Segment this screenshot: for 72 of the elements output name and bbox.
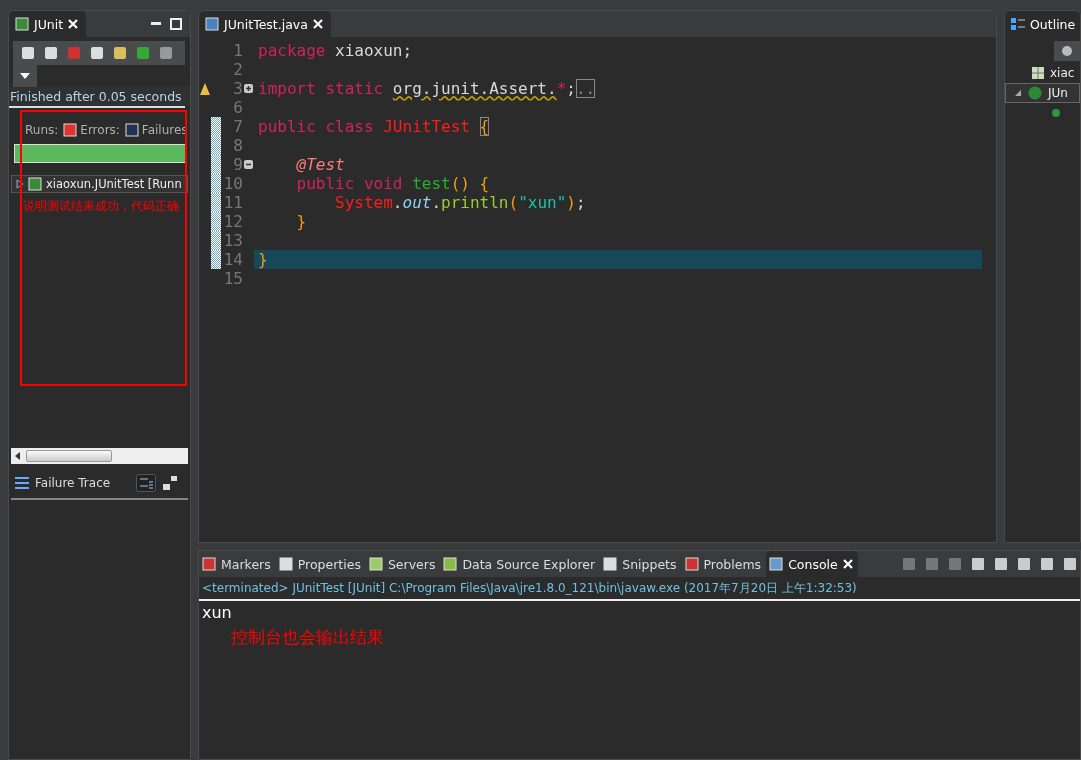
- line-number: 3: [232, 79, 243, 98]
- view-icon: [368, 557, 383, 571]
- console-output: xun: [201, 602, 233, 624]
- compare-icon[interactable]: [162, 475, 178, 491]
- line-number: 7: [232, 117, 243, 136]
- caret-icon: [20, 73, 30, 79]
- view-icon: [769, 557, 784, 571]
- view-icon: [684, 557, 699, 571]
- toolbar-icon[interactable]: [970, 556, 986, 572]
- toolbar-icon[interactable]: [1054, 41, 1080, 61]
- collapse-icon[interactable]: [244, 160, 253, 169]
- line-number: 8: [232, 136, 243, 155]
- view-tab[interactable]: Snippets: [600, 551, 682, 577]
- line-number: 11: [222, 193, 243, 212]
- annotation-text: 控制台也会输出结果: [230, 626, 385, 649]
- collapsed-arrow-icon[interactable]: [16, 179, 24, 189]
- counter-label: Runs:: [25, 122, 59, 137]
- outline-item[interactable]: JUn: [1048, 86, 1068, 100]
- view-icon: [603, 557, 618, 571]
- view-tab[interactable]: Markers: [199, 551, 276, 577]
- code-line: public class JUnitTest {: [257, 117, 491, 136]
- method-icon: [1052, 109, 1060, 117]
- toolbar-icon[interactable]: [1062, 556, 1078, 572]
- failure-trace-title: Failure Trace: [35, 476, 112, 490]
- view-tab[interactable]: Servers: [365, 551, 441, 577]
- line-number: 9: [232, 155, 243, 174]
- maximize-icon[interactable]: [170, 18, 182, 30]
- line-number: 13: [222, 231, 243, 250]
- status-text: Finished after 0.05 seconds: [9, 87, 190, 106]
- toolbar-icon[interactable]: [1039, 556, 1055, 572]
- toolbar-icon[interactable]: [993, 556, 1009, 572]
- class-icon: [1028, 86, 1042, 100]
- counter-label: Errors:: [80, 122, 120, 137]
- outline-item[interactable]: xiac: [1050, 66, 1075, 80]
- view-icon: [202, 557, 216, 571]
- filter-icon[interactable]: [136, 474, 156, 492]
- horizontal-scrollbar[interactable]: [11, 448, 188, 464]
- code-line: System.out.println("xun");: [334, 193, 587, 212]
- annotation-text: 说明测试结果成功，代码正确: [23, 199, 179, 214]
- editor-tab[interactable]: JUnitTest.java: [199, 11, 331, 37]
- view-icon: [278, 557, 293, 571]
- line-number: 12: [222, 212, 243, 231]
- code-line: }: [295, 212, 308, 231]
- outline-icon: [1011, 17, 1025, 31]
- code-line: package xiaoxun;: [257, 41, 414, 60]
- process-label: <terminated> JUnitTest [JUnit] C:\Program Files\Java\jre1.8.0_121\bin\javaw.exe (2017年7月20日 上午1:32:53): [199, 577, 1080, 601]
- code-line: @Test: [295, 155, 346, 174]
- junit-tab[interactable]: JUnit: [9, 11, 87, 37]
- close-icon[interactable]: [68, 19, 79, 29]
- toolbar-icon[interactable]: [1016, 556, 1032, 572]
- dropdown-button[interactable]: [13, 65, 37, 87]
- code-line: import static org.junit.Assert.*;..: [257, 79, 597, 98]
- close-icon[interactable]: [312, 19, 323, 29]
- view-tab[interactable]: Problems: [681, 551, 767, 577]
- line-number: 10: [222, 174, 243, 193]
- scroll-left-icon[interactable]: [15, 452, 20, 460]
- close-icon[interactable]: [842, 559, 853, 569]
- view-icon: [443, 557, 458, 571]
- package-icon: [1032, 67, 1044, 79]
- line-number: 6: [232, 98, 243, 117]
- code-line: public void test() {: [295, 174, 491, 193]
- view-tab[interactable]: Console: [766, 551, 858, 577]
- view-tab[interactable]: Data Source Explorer: [440, 551, 601, 577]
- stack-trace-icon: [15, 477, 29, 489]
- line-number: 1: [232, 41, 243, 60]
- expand-icon[interactable]: [244, 84, 253, 93]
- line-number: 14: [222, 250, 243, 269]
- line-number: 2: [232, 60, 243, 79]
- outline-tab[interactable]: Outline: [1005, 11, 1080, 37]
- view-tab[interactable]: Properties: [275, 551, 366, 577]
- line-number: 15: [222, 269, 243, 288]
- expanded-arrow-icon[interactable]: [1014, 89, 1022, 97]
